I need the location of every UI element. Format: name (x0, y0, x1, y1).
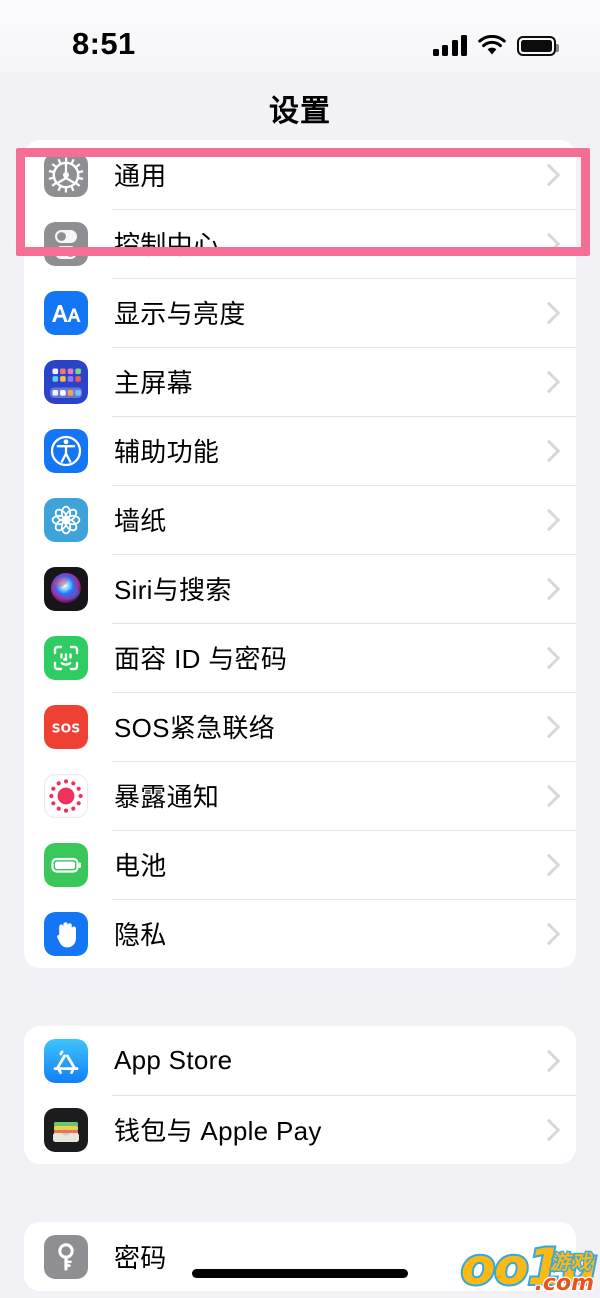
key-icon (44, 1234, 88, 1279)
settings-row-label: 主屏幕 (114, 368, 193, 398)
settings-row[interactable]: 辅助功能 (24, 416, 576, 485)
watermark-tld: .com (533, 1270, 595, 1298)
status-bar: 8:51 (0, 0, 600, 72)
chevron-right-icon (540, 370, 554, 394)
home-indicator-bar[interactable] (192, 1269, 408, 1278)
settings-row-label: Siri与搜索 (114, 575, 232, 605)
settings-row-label: 电池 (114, 851, 167, 881)
settings-row-label: 控制中心 (114, 230, 220, 260)
site-watermark: oo1u 游戏 .com (459, 1240, 599, 1297)
settings-row-label: 钱包与 Apple Pay (114, 1116, 322, 1146)
settings-row-label: 隐私 (114, 920, 167, 950)
settings-row[interactable]: SOS SOS紧急联络 (24, 692, 576, 761)
app-store-icon (44, 1038, 88, 1083)
chevron-right-icon (540, 646, 554, 670)
settings-row[interactable]: 隐私 (24, 899, 576, 968)
settings-row-label: SOS紧急联络 (114, 713, 276, 743)
battery-full-icon (517, 36, 559, 56)
chevron-right-icon (540, 508, 554, 532)
privacy-hand-icon (44, 911, 88, 956)
svg-text:SOS: SOS (52, 720, 81, 735)
settings-row-label: 通用 (114, 161, 167, 191)
settings-row-label: 显示与亮度 (114, 299, 246, 329)
settings-row-label: 辅助功能 (114, 437, 220, 467)
settings-row[interactable]: 面容 ID 与密码 (24, 623, 576, 692)
settings-row-label: 暴露通知 (114, 782, 220, 812)
settings-row[interactable]: Siri与搜索 (24, 554, 576, 623)
face-id-icon (44, 635, 88, 680)
iphone-settings-screen: 8:51 设置 通用 控制中心 显示与亮度 主屏幕 辅助功能 墙纸 Siri与搜… (0, 0, 600, 1298)
page-title: 设置 (269, 95, 331, 128)
settings-row-label: 面容 ID 与密码 (114, 644, 288, 674)
settings-row[interactable]: 电池 (24, 830, 576, 899)
chevron-right-icon (540, 1118, 554, 1142)
status-bar-time: 8:51 (72, 26, 136, 61)
settings-row[interactable]: 墙纸 (24, 485, 576, 554)
chevron-right-icon (540, 577, 554, 601)
settings-section-system: 通用 控制中心 显示与亮度 主屏幕 辅助功能 墙纸 Siri与搜索 面容 ID … (24, 140, 576, 968)
status-bar-indicators (432, 30, 559, 56)
settings-row[interactable]: 钱包与 Apple Pay (24, 1095, 576, 1164)
settings-row[interactable]: App Store (24, 1026, 576, 1095)
battery-icon (44, 842, 88, 887)
settings-row[interactable]: 控制中心 (24, 209, 576, 278)
chevron-right-icon (540, 439, 554, 463)
gear-icon (44, 152, 88, 197)
wallet-icon (44, 1107, 88, 1152)
settings-list: 通用 控制中心 显示与亮度 主屏幕 辅助功能 墙纸 Siri与搜索 面容 ID … (0, 140, 600, 1291)
cellular-signal-icon (432, 35, 467, 56)
settings-section-store: App Store 钱包与 Apple Pay (24, 1026, 576, 1164)
chevron-right-icon (540, 853, 554, 877)
chevron-right-icon (540, 1049, 554, 1073)
chevron-right-icon (540, 301, 554, 325)
settings-row[interactable]: 主屏幕 (24, 347, 576, 416)
settings-row-label: App Store (114, 1045, 233, 1075)
home-screen-icon (44, 359, 88, 404)
accessibility-icon (44, 428, 88, 473)
settings-row[interactable]: 显示与亮度 (24, 278, 576, 347)
wallpaper-icon (44, 497, 88, 542)
siri-icon (44, 566, 88, 611)
chevron-right-icon (540, 232, 554, 256)
display-brightness-icon (44, 290, 88, 335)
exposure-notification-icon (44, 773, 88, 818)
settings-row-label: 墙纸 (114, 506, 167, 536)
chevron-right-icon (540, 163, 554, 187)
chevron-right-icon (540, 715, 554, 739)
settings-row[interactable]: 通用 (24, 140, 576, 209)
chevron-right-icon (540, 784, 554, 808)
control-center-icon (44, 221, 88, 266)
sos-icon: SOS (44, 704, 88, 749)
wifi-icon (478, 35, 506, 55)
chevron-right-icon (540, 922, 554, 946)
settings-row[interactable]: 暴露通知 (24, 761, 576, 830)
